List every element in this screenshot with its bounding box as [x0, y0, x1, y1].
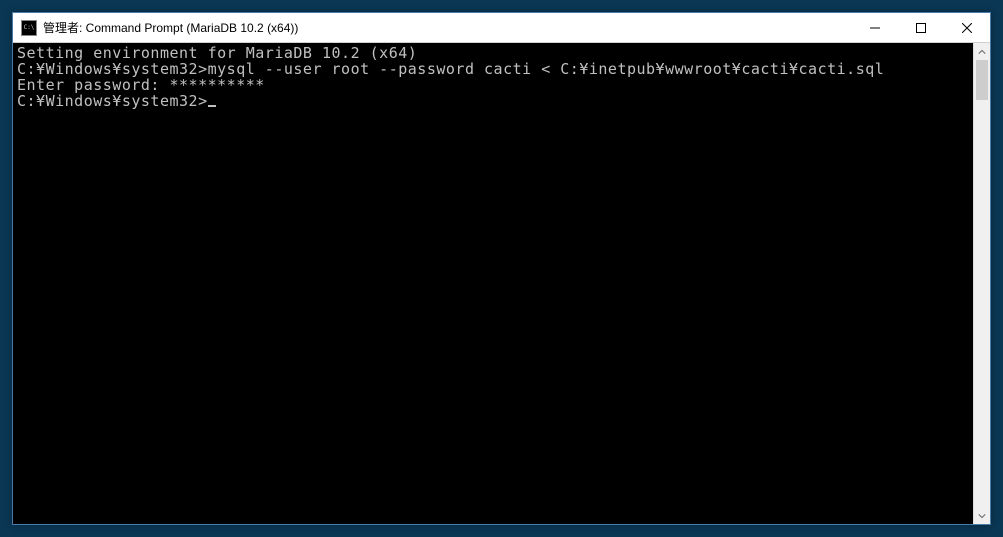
text-cursor	[208, 105, 216, 107]
terminal-content[interactable]: Setting environment for MariaDB 10.2 (x6…	[13, 43, 973, 524]
titlebar[interactable]: 管理者: Command Prompt (MariaDB 10.2 (x64))	[13, 13, 990, 43]
window-controls	[852, 13, 990, 42]
maximize-button[interactable]	[898, 13, 944, 42]
terminal-prompt-line: C:¥Windows¥system32>	[17, 93, 969, 109]
scroll-down-button[interactable]	[974, 507, 990, 524]
vertical-scrollbar[interactable]	[973, 43, 990, 524]
close-icon	[962, 23, 972, 33]
command-prompt-window: 管理者: Command Prompt (MariaDB 10.2 (x64))…	[12, 12, 991, 525]
maximize-icon	[916, 23, 926, 33]
terminal-prompt: C:¥Windows¥system32>	[17, 92, 208, 110]
minimize-button[interactable]	[852, 13, 898, 42]
window-title: 管理者: Command Prompt (MariaDB 10.2 (x64))	[43, 19, 852, 36]
terminal-line: Enter password: **********	[17, 77, 969, 93]
terminal-line: Setting environment for MariaDB 10.2 (x6…	[17, 45, 969, 61]
chevron-up-icon	[978, 48, 986, 56]
scroll-thumb[interactable]	[976, 60, 988, 100]
close-button[interactable]	[944, 13, 990, 42]
scroll-track[interactable]	[974, 60, 990, 507]
scroll-up-button[interactable]	[974, 43, 990, 60]
minimize-icon	[870, 23, 880, 33]
cmd-icon	[21, 20, 37, 36]
terminal-line: C:¥Windows¥system32>mysql --user root --…	[17, 61, 969, 77]
terminal-area: Setting environment for MariaDB 10.2 (x6…	[13, 43, 990, 524]
chevron-down-icon	[978, 512, 986, 520]
